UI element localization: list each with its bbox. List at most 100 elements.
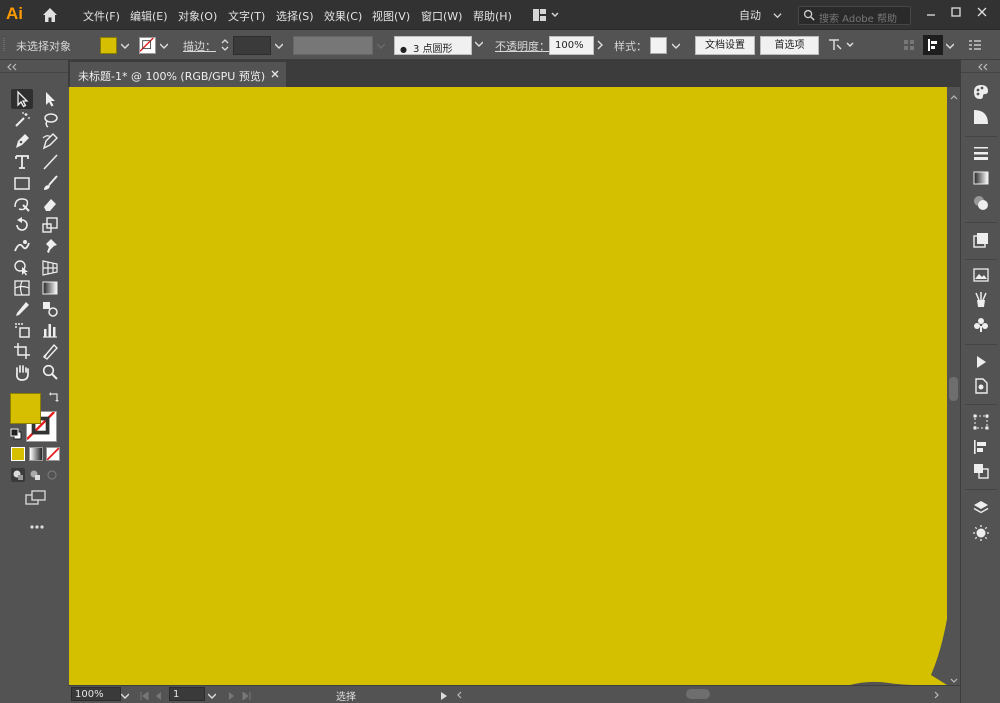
fill-swatch[interactable] (100, 37, 117, 54)
brushes-panel-icon[interactable] (971, 290, 991, 310)
puppet-warp-tool-icon[interactable] (39, 236, 61, 256)
align-dropdown-icon[interactable] (945, 40, 955, 49)
document-setup-button[interactable]: 文档设置 (695, 36, 755, 55)
draw-normal-icon[interactable] (11, 468, 25, 485)
quick-actions-icon[interactable] (827, 37, 857, 56)
control-panel-menu-icon[interactable] (968, 38, 982, 55)
search-help-field[interactable]: 搜索 Adobe 帮助 (798, 6, 911, 25)
preferences-button[interactable]: 首选项 (760, 36, 819, 55)
edit-toolbar-icon[interactable] (29, 520, 45, 533)
draw-inside-icon[interactable] (45, 468, 59, 485)
minimize-button[interactable] (920, 2, 942, 24)
direct-selection-tool-icon[interactable] (39, 89, 61, 109)
menu-view[interactable]: 视图(V) (372, 8, 410, 24)
appearance-panel-icon[interactable] (971, 230, 991, 250)
menu-window[interactable]: 窗口(W) (421, 8, 462, 24)
symbols-panel-icon[interactable] (971, 315, 991, 335)
vertical-scrollbar[interactable] (947, 87, 960, 685)
slice-tool-icon[interactable] (39, 341, 61, 361)
shape-builder-tool-icon[interactable] (11, 257, 33, 277)
swap-fill-stroke-icon[interactable] (48, 391, 60, 406)
draw-behind-icon[interactable] (28, 468, 42, 485)
line-segment-tool-icon[interactable] (39, 152, 61, 172)
asset-export-panel-icon[interactable] (971, 523, 991, 543)
shaper-tool-icon[interactable] (11, 194, 33, 214)
eyedropper-tool-icon[interactable] (11, 299, 33, 319)
vertical-scroll-thumb[interactable] (949, 377, 958, 401)
variable-width-profile[interactable] (293, 36, 373, 55)
stroke-swatch[interactable] (139, 37, 156, 54)
artboard-number-field[interactable]: 1 (169, 687, 205, 701)
pen-tool-icon[interactable] (11, 131, 33, 151)
horizontal-scroll-thumb[interactable] (686, 689, 710, 699)
document-tab[interactable]: 未标题-1* @ 100% (RGB/GPU 预览) (70, 62, 286, 87)
rectangle-tool-icon[interactable] (11, 173, 33, 193)
zoom-dropdown-icon[interactable] (120, 690, 130, 703)
menu-object[interactable]: 对象(O) (178, 8, 217, 24)
rotate-tool-icon[interactable] (11, 215, 33, 235)
warp-tool-icon[interactable] (11, 236, 33, 256)
status-menu-icon[interactable] (440, 690, 448, 703)
stroke-weight-stepper-icon[interactable] (220, 37, 230, 56)
opacity-field[interactable]: 100% (549, 36, 594, 55)
menu-select[interactable]: 选择(S) (276, 8, 314, 24)
zoom-tool-icon[interactable] (39, 362, 61, 382)
stroke-weight-label[interactable]: 描边： (183, 38, 216, 54)
hand-tool-icon[interactable] (11, 362, 33, 382)
color-mode-icon[interactable] (11, 447, 25, 461)
fill-color-box[interactable] (10, 393, 41, 424)
menu-edit[interactable]: 编辑(E) (130, 8, 168, 24)
menu-file[interactable]: 文件(F) (83, 8, 120, 24)
stroke-panel-icon[interactable] (971, 143, 991, 163)
first-artboard-icon[interactable] (140, 690, 150, 703)
control-bar-grip[interactable] (2, 38, 6, 55)
arrange-documents-button[interactable] (531, 7, 561, 23)
transform-panel-icon[interactable] (971, 412, 991, 432)
close-tab-icon[interactable] (271, 67, 279, 81)
mesh-tool-icon[interactable] (11, 278, 33, 298)
home-icon[interactable] (40, 5, 60, 25)
close-button[interactable] (971, 2, 993, 24)
last-artboard-icon[interactable] (241, 690, 251, 703)
eraser-tool-icon[interactable] (39, 194, 61, 214)
none-mode-icon[interactable] (46, 447, 60, 461)
align-to-button[interactable] (923, 35, 943, 55)
maximize-button[interactable] (945, 2, 967, 24)
perspective-grid-tool-icon[interactable] (39, 257, 61, 277)
gradient-mode-icon[interactable] (29, 447, 43, 461)
artboard-canvas[interactable] (69, 87, 947, 685)
transparency-panel-icon[interactable] (971, 193, 991, 213)
default-fill-stroke-icon[interactable] (10, 428, 22, 443)
color-guide-panel-icon[interactable] (971, 107, 991, 127)
menu-help[interactable]: 帮助(H) (473, 8, 512, 24)
pathfinder-panel-icon[interactable] (971, 461, 991, 481)
type-tool-icon[interactable] (11, 152, 33, 172)
curvature-tool-icon[interactable] (39, 131, 61, 151)
image-trace-panel-icon[interactable] (971, 265, 991, 285)
gradient-panel-icon[interactable] (971, 168, 991, 188)
graphic-style-swatch[interactable] (650, 37, 667, 54)
blend-tool-icon[interactable] (39, 299, 61, 319)
workspace-switcher[interactable]: 自动 (739, 7, 782, 23)
align-panel-icon[interactable] (971, 437, 991, 457)
artboard-dropdown-icon[interactable] (207, 690, 217, 703)
artboard-tool-icon[interactable] (11, 341, 33, 361)
opacity-arrow-icon[interactable] (596, 39, 604, 54)
brush-dropdown-icon[interactable] (472, 36, 488, 55)
actions-panel-icon[interactable] (971, 352, 991, 372)
lasso-tool-icon[interactable] (39, 110, 61, 130)
stroke-weight-dropdown-icon[interactable] (274, 40, 284, 49)
links-panel-icon[interactable] (971, 376, 991, 396)
gradient-tool-icon[interactable] (39, 278, 61, 298)
symbol-sprayer-tool-icon[interactable] (11, 320, 33, 340)
paintbrush-tool-icon[interactable] (39, 173, 61, 193)
scroll-right-icon[interactable] (934, 689, 940, 702)
color-panel-icon[interactable] (971, 82, 991, 102)
brush-definition[interactable]: ● 3 点圆形 (394, 36, 472, 55)
next-artboard-icon[interactable] (228, 690, 236, 703)
layers-panel-icon[interactable] (971, 498, 991, 518)
menu-type[interactable]: 文字(T) (228, 8, 265, 24)
opacity-label[interactable]: 不透明度： (495, 38, 550, 54)
scroll-left-icon[interactable] (456, 689, 462, 702)
stroke-dropdown-icon[interactable] (159, 40, 169, 49)
